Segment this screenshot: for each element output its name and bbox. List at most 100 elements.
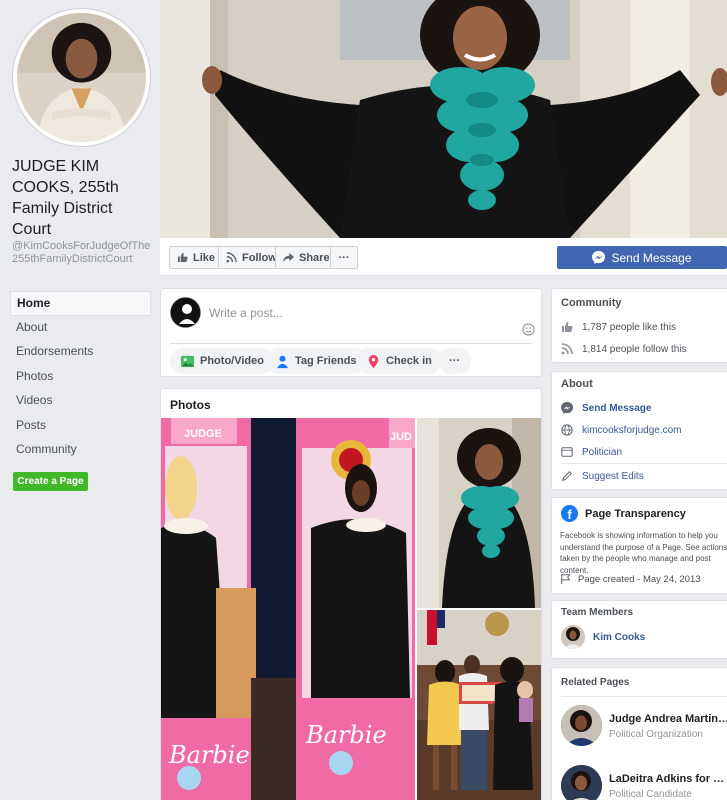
page-username[interactable]: @KimCooksForJudgeOfThe255thFamilyDistric…	[12, 240, 152, 266]
write-post-input[interactable]: Write a post...	[209, 306, 283, 320]
photos-title: Photos	[170, 398, 211, 412]
share-button[interactable]: Share	[275, 246, 338, 269]
flag-icon	[561, 573, 571, 585]
transparency-title: Page Transparency	[585, 507, 686, 520]
photo-courtroom-family[interactable]	[417, 610, 541, 800]
profile-picture[interactable]	[13, 9, 150, 146]
related-divider	[561, 696, 727, 697]
pencil-icon	[561, 470, 573, 482]
nav-item-endorsements[interactable]: Endorsements	[10, 340, 151, 365]
suggest-edits-row[interactable]: Suggest Edits	[561, 470, 644, 482]
related-page-category: Political Organization	[609, 729, 703, 740]
team-member-name[interactable]: Kim Cooks	[593, 632, 645, 643]
map-pin-icon	[368, 354, 379, 368]
about-divider	[561, 463, 727, 464]
likes-count: 1,787 people like this	[582, 321, 676, 333]
photo-video-button[interactable]: Photo/Video	[170, 348, 274, 374]
create-page-button[interactable]: Create a Page	[13, 472, 88, 491]
page-title: JUDGE KIM COOKS, 255th Family District C…	[12, 158, 119, 238]
about-card: About Send Message kimcooksforjudge.com …	[551, 371, 727, 490]
page-nav: Home About Endorsements Photos Videos Po…	[10, 291, 151, 463]
messenger-icon	[592, 251, 606, 264]
composer-more-button[interactable]: ···	[438, 348, 471, 374]
rss-icon	[561, 343, 573, 355]
suggest-edits-link[interactable]: Suggest Edits	[582, 471, 644, 482]
send-message-button[interactable]: Send Message	[557, 246, 727, 269]
check-in-button[interactable]: Check in	[356, 348, 442, 374]
emoji-icon[interactable]	[522, 323, 535, 336]
tag-friends-button[interactable]: Tag Friends	[265, 348, 367, 374]
photo-video-label: Photo/Video	[200, 355, 264, 367]
more-actions-button[interactable]: ···	[330, 246, 358, 269]
share-label: Share	[299, 251, 330, 264]
about-title: About	[561, 378, 593, 390]
profile-photo	[17, 13, 146, 142]
check-in-label: Check in	[386, 355, 432, 367]
category-link[interactable]: Politician	[582, 447, 622, 458]
nav-item-photos[interactable]: Photos	[10, 365, 151, 390]
nav-item-community[interactable]: Community	[10, 438, 151, 463]
box-label-judge: JUDGE	[184, 428, 222, 440]
photo-judge-robe[interactable]	[417, 418, 541, 608]
post-composer: Write a post... Photo/Video Tag Friends …	[160, 288, 542, 377]
related-title: Related Pages	[561, 677, 630, 688]
photos-card: Photos JUDGE Barbie JUD Barbie	[160, 388, 542, 800]
composer-avatar	[170, 297, 201, 328]
barbie-logo-1: Barbie	[168, 741, 250, 769]
related-page-name[interactable]: Judge Andrea Martin ...	[609, 713, 727, 725]
nav-item-home[interactable]: Home	[10, 291, 151, 316]
transparency-header: f Page Transparency	[561, 505, 686, 522]
related-page-photo	[561, 765, 602, 800]
about-send-message-link[interactable]: Send Message	[582, 403, 651, 414]
like-button[interactable]: Like	[169, 246, 224, 269]
box-label-jud: JUD	[390, 431, 412, 443]
related-page-category: Political Candidate	[609, 789, 692, 800]
team-members-card: Team Members Kim Cooks	[551, 600, 727, 659]
community-likes-row: 1,787 people like this	[561, 321, 676, 333]
page-created-row: Page created - May 24, 2013	[560, 573, 701, 585]
nav-item-videos[interactable]: Videos	[10, 389, 151, 414]
share-arrow-icon	[283, 252, 294, 263]
photo-icon	[180, 355, 195, 367]
cover-photo[interactable]	[160, 0, 727, 238]
tag-friends-label: Tag Friends	[295, 355, 357, 367]
team-member-avatar[interactable]	[561, 625, 585, 649]
tag-friends-icon	[276, 355, 289, 368]
nav-item-posts[interactable]: Posts	[10, 414, 151, 439]
about-send-message-row[interactable]: Send Message	[561, 402, 651, 414]
avatar	[17, 13, 146, 142]
user-silhouette-icon	[170, 297, 201, 328]
thumbs-up-icon	[177, 252, 188, 263]
page-created-date: Page created - May 24, 2013	[578, 573, 701, 585]
globe-icon	[561, 424, 573, 436]
cover-image	[160, 0, 727, 238]
photo-barbie-boxes[interactable]: JUDGE Barbie JUD Barbie	[161, 418, 415, 800]
more-dots-icon: ···	[449, 355, 460, 367]
like-label: Like	[193, 251, 216, 264]
send-message-label: Send Message	[611, 250, 692, 265]
related-page-name[interactable]: LaDeitra Adkins for Ju...	[609, 773, 727, 785]
related-page-avatar[interactable]	[561, 705, 602, 746]
related-page-avatar[interactable]	[561, 765, 602, 800]
barbie-boxes-image: JUDGE Barbie JUD Barbie	[161, 418, 415, 800]
facebook-logo-icon: f	[561, 505, 578, 522]
more-dots-icon: ···	[338, 251, 350, 264]
composer-divider	[170, 343, 532, 344]
about-website-row[interactable]: kimcooksforjudge.com	[561, 424, 681, 436]
barbie-logo-2: Barbie	[305, 721, 387, 749]
courtroom-image	[417, 610, 541, 800]
left-column: JUDGE KIM COOKS, 255th Family District C…	[0, 0, 160, 800]
community-title: Community	[561, 297, 622, 309]
follow-label: Follow	[242, 251, 277, 264]
related-pages-card: Related Pages Judge Andrea Martin ... Po…	[551, 667, 727, 800]
team-member-photo	[561, 625, 585, 649]
nav-item-about[interactable]: About	[10, 316, 151, 341]
community-follows-row: 1,814 people follow this	[561, 343, 687, 355]
category-tag-icon	[561, 447, 573, 457]
transparency-description: Facebook is showing information to help …	[560, 531, 727, 575]
follows-count: 1,814 people follow this	[582, 343, 687, 355]
judge-robe-image	[417, 418, 541, 608]
messenger-icon	[561, 402, 573, 414]
website-link[interactable]: kimcooksforjudge.com	[582, 425, 681, 436]
community-card: Community 1,787 people like this 1,814 p…	[551, 288, 727, 363]
